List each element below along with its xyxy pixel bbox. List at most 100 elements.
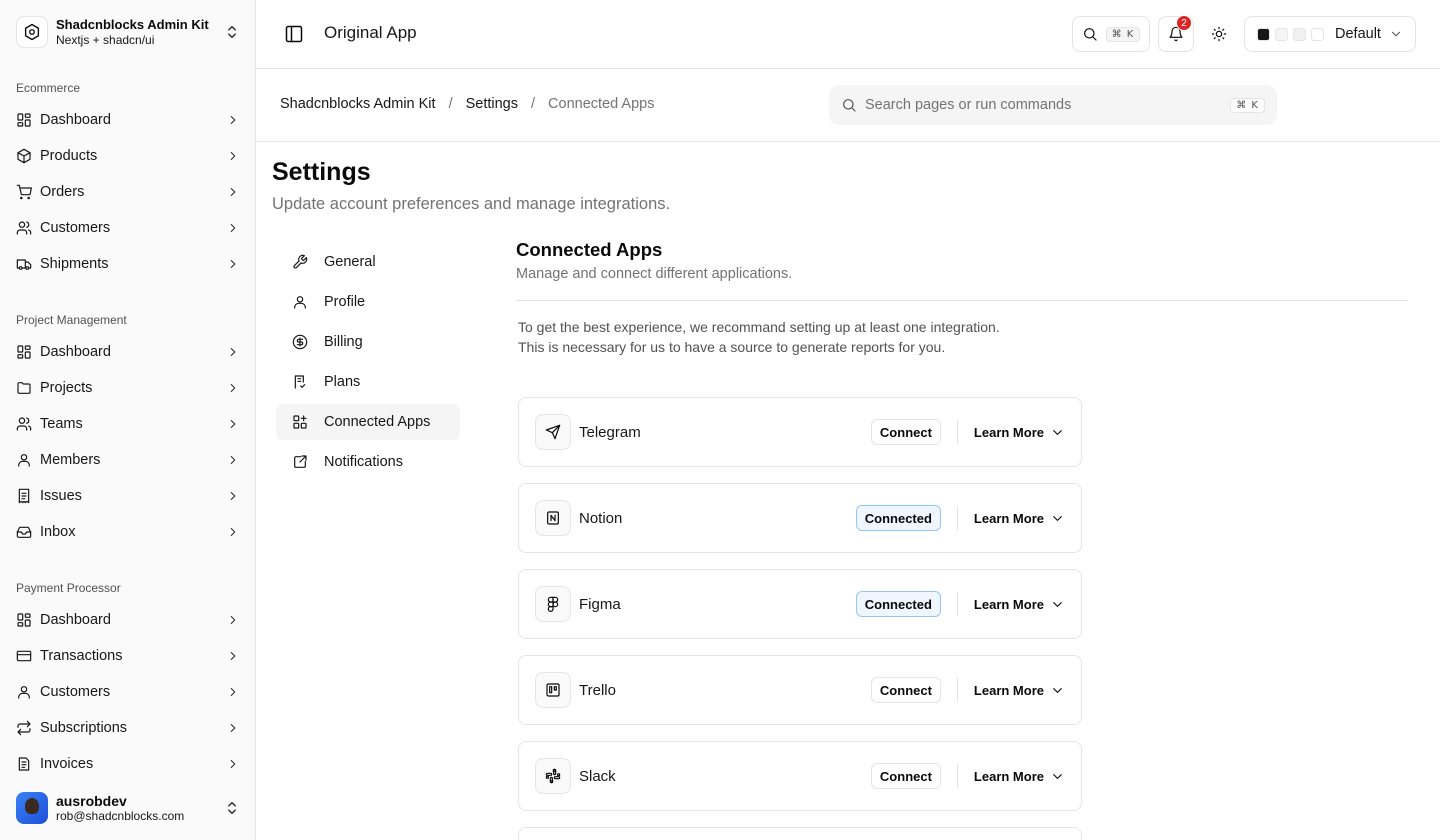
telegram-icon (535, 414, 571, 450)
sidebar-toggle-button[interactable] (284, 24, 304, 44)
connect-button[interactable]: Connect (870, 763, 941, 789)
connect-button[interactable]: Connect (870, 677, 941, 703)
users-icon (16, 221, 32, 235)
panel-left-icon (285, 25, 303, 43)
sidebar-item-teams[interactable]: Teams (8, 408, 248, 440)
dashboard-icon (17, 113, 31, 127)
settings-nav-plans[interactable]: Plans (276, 364, 460, 400)
search-button[interactable]: ⌘ K (1072, 16, 1150, 52)
notifications-button[interactable]: 2 (1158, 15, 1194, 52)
chevron-right-icon (230, 151, 236, 161)
chevron-right-icon (230, 651, 236, 661)
connect-button[interactable]: Connect (870, 419, 941, 445)
sidebar-item-shipments[interactable]: Shipments (8, 248, 248, 280)
settings-nav-notifications[interactable]: Notifications (276, 444, 460, 480)
sidebar-item-payment-customers[interactable]: Customers (8, 676, 248, 708)
sidebar-item-projects[interactable]: Projects (8, 372, 248, 404)
app-title: Original App (324, 23, 417, 42)
sidebar-item-pm-dashboard[interactable]: Dashboard (8, 336, 248, 368)
command-search-input[interactable] (865, 97, 1231, 113)
user-icon (18, 686, 30, 699)
learn-more-button[interactable]: Learn More (974, 683, 1065, 698)
divider (956, 506, 958, 530)
theme-preset-select[interactable]: Default (1244, 16, 1416, 52)
theme-swatch (1311, 27, 1324, 41)
settings-nav-general[interactable]: General (276, 244, 460, 280)
learn-more-button[interactable]: Learn More (974, 425, 1065, 440)
sidebar-item-label: Customers (40, 684, 111, 700)
settings-nav-connected-apps[interactable]: Connected Apps (276, 404, 460, 440)
learn-more-button[interactable]: Learn More (974, 511, 1065, 526)
breadcrumb-item-home[interactable]: Shadcnblocks Admin Kit (280, 96, 436, 112)
chevron-right-icon (230, 187, 236, 197)
chevron-down-icon (1053, 687, 1062, 693)
sidebar-item-products[interactable]: Products (8, 140, 248, 172)
breadcrumb: Shadcnblocks Admin Kit / Settings / Conn… (280, 96, 654, 112)
theme-toggle-button[interactable] (1202, 16, 1236, 52)
chevron-down-icon (1053, 601, 1062, 607)
sidebar-group-label-ecommerce: Ecommerce (16, 81, 81, 95)
top-header: Original App ⌘ K 2 Default (256, 0, 1440, 69)
chevron-right-icon (230, 259, 236, 269)
search-shortcut: ⌘ K (1105, 26, 1141, 42)
divider (956, 592, 958, 616)
sidebar-item-label: Orders (40, 184, 85, 200)
settings-nav-profile[interactable]: Profile (276, 284, 460, 320)
learn-more-button[interactable]: Learn More (974, 597, 1065, 612)
sidebar-group-label-payment-processor: Payment Processor (16, 581, 121, 595)
notion-icon (535, 500, 571, 536)
sidebar-item-label: Dashboard (40, 112, 111, 128)
users-icon (16, 417, 32, 431)
app-name: Slack (579, 767, 616, 785)
user-email: rob@shadcnblocks.com (56, 808, 185, 823)
sun-icon (1211, 26, 1227, 42)
sidebar-item-ecommerce-customers[interactable]: Customers (8, 212, 248, 244)
theme-preset-label: Default (1335, 26, 1381, 42)
receipt-icon (18, 488, 30, 504)
wrench-icon (293, 254, 308, 269)
chevron-down-icon (1391, 31, 1401, 37)
chevron-right-icon (230, 615, 236, 625)
sidebar-item-invoices[interactable]: Invoices (8, 748, 248, 780)
settings-nav-label: Billing (324, 334, 363, 350)
chevron-down-icon (1053, 429, 1062, 435)
connected-button[interactable]: Connected (855, 591, 941, 617)
team-logo-icon (16, 16, 48, 48)
team-subtitle: Nextjs + shadcn/ui (56, 32, 155, 47)
learn-more-button[interactable]: Learn More (974, 769, 1065, 784)
settings-nav-label: Plans (324, 374, 361, 390)
user-menu[interactable]: ausrobdev rob@shadcnblocks.com (8, 784, 248, 832)
sidebar-item-inbox[interactable]: Inbox (8, 516, 248, 548)
notification-count-badge: 2 (1176, 15, 1192, 31)
sidebar-item-label: Issues (40, 488, 82, 504)
app-card-notion: Notion Connected Learn More (518, 483, 1082, 553)
sidebar-item-ecommerce-dashboard[interactable]: Dashboard (8, 104, 248, 136)
team-switcher[interactable]: Shadcnblocks Admin Kit Nextjs + shadcn/u… (8, 8, 248, 56)
folder-icon (17, 382, 31, 394)
app-card-partial (518, 827, 1082, 840)
sidebar-item-subscriptions[interactable]: Subscriptions (8, 712, 248, 744)
learn-more-label: Learn More (973, 768, 1044, 784)
sidebar-item-members[interactable]: Members (8, 444, 248, 476)
package-icon (17, 148, 31, 164)
subheader: Shadcnblocks Admin Kit / Settings / Conn… (256, 69, 1440, 142)
repeat-icon (17, 720, 31, 736)
breadcrumb-item-settings[interactable]: Settings (466, 96, 518, 112)
settings-nav-label: Connected Apps (324, 414, 431, 430)
sidebar-item-transactions[interactable]: Transactions (8, 640, 248, 672)
sidebar-item-payment-dashboard[interactable]: Dashboard (8, 604, 248, 636)
connected-button[interactable]: Connected (855, 505, 941, 531)
sidebar-item-label: Products (40, 148, 98, 164)
dashboard-icon (17, 345, 31, 359)
settings-nav-label: Profile (324, 294, 366, 310)
user-icon (18, 454, 30, 467)
intro-text-line-1: To get the best experience, we recommand… (518, 319, 1000, 335)
sidebar-item-issues[interactable]: Issues (8, 480, 248, 512)
avatar (16, 792, 48, 824)
sidebar-item-label: Members (40, 452, 101, 468)
sidebar-item-orders[interactable]: Orders (8, 176, 248, 208)
chevrons-up-down-icon (228, 26, 236, 38)
settings-nav-billing[interactable]: Billing (276, 324, 460, 360)
chevron-right-icon (230, 383, 236, 393)
app-card-telegram: Telegram Connect Learn More (518, 397, 1082, 467)
